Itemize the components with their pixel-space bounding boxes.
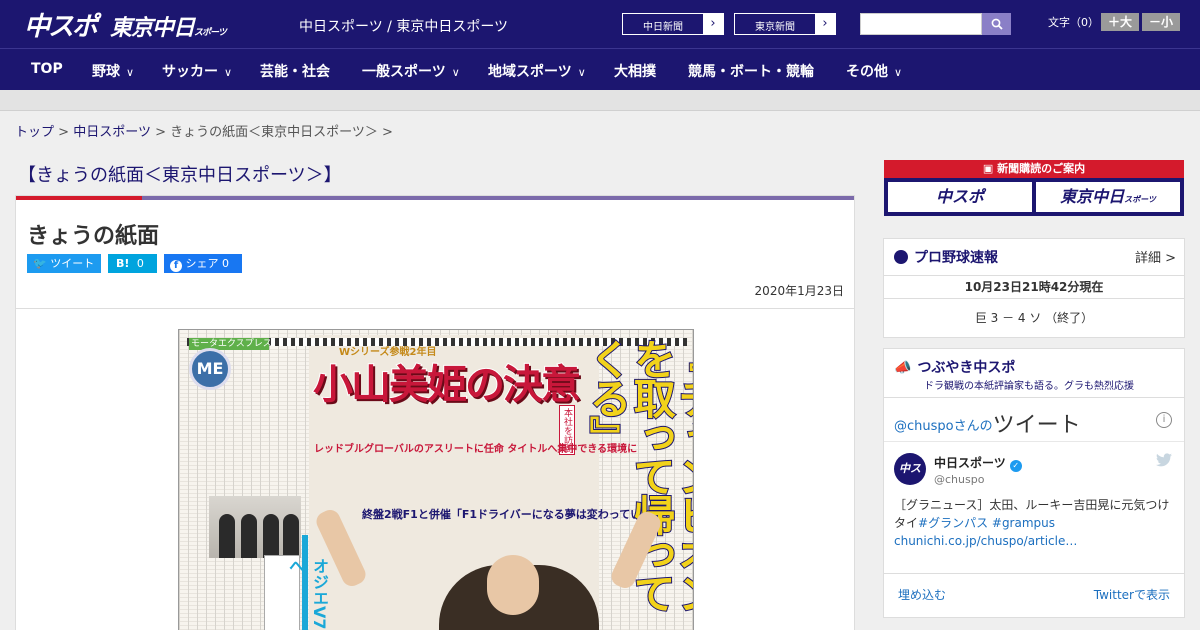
accent-bar <box>142 196 854 200</box>
baseball-score-card: プロ野球速報 詳細 > 10月23日21時42分現在 巨 3 － 4 ソ （終了… <box>883 238 1185 338</box>
page-title: 【きょうの紙面＜東京中日スポーツ＞】 <box>18 165 342 186</box>
nav-item-sumo[interactable]: 大相撲 <box>614 61 656 81</box>
header-band <box>0 90 1200 111</box>
tweet-text: ［グラニュース］太田、ルーキー吉田晃に元気つけタイ#グランパス #grampus… <box>894 498 1170 548</box>
nav-item-general-sports[interactable]: 一般スポーツ ∨ <box>362 61 460 81</box>
tweet-user-handle[interactable]: @chuspo <box>934 473 984 486</box>
newspaper-page-image[interactable]: モータエクスプレス ME オジエV7へ Wシリーズ参戦2年目 小山美姫の決意 本… <box>178 329 694 630</box>
hatena-icon: B! <box>116 257 130 270</box>
newspaper-icon: ▣ <box>982 162 998 175</box>
header-tagline: 中日スポーツ / 東京中日スポーツ <box>299 19 509 35</box>
chevron-down-icon: ∨ <box>451 66 460 79</box>
logo-sub-text: 東京中日スポーツ <box>110 16 227 41</box>
megaphone-icon: 📣 <box>894 360 912 376</box>
baseball-score[interactable]: 巨 3 － 4 ソ （終了） <box>884 309 1184 326</box>
site-logo[interactable]: 中スポ 東京中日スポーツ <box>24 6 227 43</box>
site-search <box>860 13 1011 35</box>
article-panel: きょうの紙面 🐦 ツイート B! 0 f シェア 0 2020年1月23日 モー… <box>15 195 855 630</box>
breadcrumb-top-link[interactable]: トップ <box>15 125 54 140</box>
tokyo-chunichi-subscribe-link[interactable]: 東京中日スポーツ <box>1036 182 1180 212</box>
facebook-icon: f <box>170 260 182 272</box>
nav-item-racing[interactable]: 競馬・ボート・競輪 <box>688 61 814 81</box>
search-button[interactable] <box>982 13 1011 35</box>
logo-main-text: 中スポ <box>24 12 98 42</box>
avatar[interactable]: 中スポ <box>894 453 926 507</box>
article-date: 2020年1月23日 <box>754 284 844 298</box>
chevron-right-icon: › <box>815 14 835 34</box>
handle-link[interactable]: @chuspo <box>894 419 954 434</box>
nav-item-entertainment[interactable]: 芸能・社会 <box>260 61 330 81</box>
motor-express-logo: ME <box>189 348 231 390</box>
ad-heading: ▣ 新聞購読のご案内 <box>884 160 1184 178</box>
tokyo-shimbun-link[interactable]: 東京新聞 › <box>734 13 836 35</box>
main-headline: 小山美姫の決意 <box>312 361 582 409</box>
nav-item-top[interactable]: TOP <box>31 61 63 77</box>
baseball-title: プロ野球速報 <box>894 247 998 267</box>
site-header: 中スポ 東京中日スポーツ 中日スポーツ / 東京中日スポーツ 中日新聞 › 東京… <box>0 0 1200 48</box>
verified-icon: ✓ <box>1009 460 1022 472</box>
chevron-down-icon: ∨ <box>224 66 233 79</box>
search-input[interactable] <box>860 13 982 35</box>
section-tag: モータエクスプレス <box>189 338 272 350</box>
accent-bar <box>16 196 142 200</box>
tweets-title: 📣 つぶやき中スポ <box>894 360 1016 376</box>
tweet-user-name[interactable]: 中日スポーツ ✓ <box>934 454 1022 472</box>
nav-item-other[interactable]: その他 ∨ <box>846 61 902 81</box>
breadcrumb-current: きょうの紙面＜東京中日スポーツ＞ <box>170 125 378 140</box>
chuspo-subscribe-link[interactable]: 中スポ <box>888 182 1032 212</box>
divider <box>16 308 854 309</box>
hatena-bookmark-button[interactable]: B! 0 <box>108 254 157 273</box>
group-photo <box>209 496 301 558</box>
timeline-heading: @chuspoさんのツイート <box>894 413 1081 438</box>
nav-item-local-sports[interactable]: 地域スポーツ ∨ <box>488 61 586 81</box>
breadcrumb: トップ > 中日スポーツ > きょうの紙面＜東京中日スポーツ＞ > <box>15 125 393 140</box>
nav-item-baseball[interactable]: 野球 ∨ <box>92 61 134 81</box>
info-icon[interactable]: i <box>1156 412 1172 428</box>
view-on-twitter-link[interactable]: Twitterで表示 <box>1094 586 1170 603</box>
chevron-right-icon: › <box>703 14 723 34</box>
search-icon <box>991 18 1003 30</box>
hashtag-link[interactable]: #グランパス #grampus <box>918 516 1055 530</box>
twitter-bird-icon: 🐦 <box>33 257 47 270</box>
chevron-down-icon: ∨ <box>126 66 135 79</box>
driver-photo <box>419 555 619 630</box>
baseball-timestamp: 10月23日21時42分現在 <box>884 275 1184 299</box>
side-headline: オジエV7へ <box>286 558 329 630</box>
font-smaller-button[interactable]: －小 <box>1142 13 1180 31</box>
breadcrumb-section-link[interactable]: 中日スポーツ <box>73 125 151 140</box>
chevron-down-icon: ∨ <box>577 66 586 79</box>
font-size-label: 文字（0） <box>1048 16 1099 29</box>
nav-item-soccer[interactable]: サッカー ∨ <box>162 61 232 81</box>
article-title: きょうの紙面 <box>27 224 160 249</box>
baseball-icon <box>894 250 908 264</box>
tweet-share-button[interactable]: 🐦 ツイート <box>27 254 101 273</box>
subscription-ad[interactable]: ▣ 新聞購読のご案内 中スポ 東京中日スポーツ <box>884 160 1184 216</box>
chunichi-shimbun-link[interactable]: 中日新聞 › <box>622 13 724 35</box>
main-nav: TOP 野球 ∨ サッカー ∨ 芸能・社会 一般スポーツ ∨ 地域スポーツ ∨ 大相撲 … <box>0 48 1200 90</box>
twitter-bird-icon[interactable] <box>1156 453 1172 467</box>
embed-link[interactable]: 埋め込む <box>898 586 946 603</box>
tweet-url-link[interactable]: chunichi.co.jp/chuspo/article… <box>894 534 1077 548</box>
baseball-detail-link[interactable]: 詳細 > <box>1135 247 1176 266</box>
font-larger-button[interactable]: ＋大 <box>1101 13 1139 31</box>
chevron-down-icon: ∨ <box>894 66 903 79</box>
facebook-share-button[interactable]: f シェア 0 <box>164 254 242 273</box>
twitter-timeline-card: 📣 つぶやき中スポ ドラ観戦の本紙評論家も語る。グラも熱烈応援 @chuspoさん… <box>883 348 1185 618</box>
tweets-subtitle: ドラ観戦の本紙評論家も語る。グラも熱烈応援 <box>924 381 1134 392</box>
